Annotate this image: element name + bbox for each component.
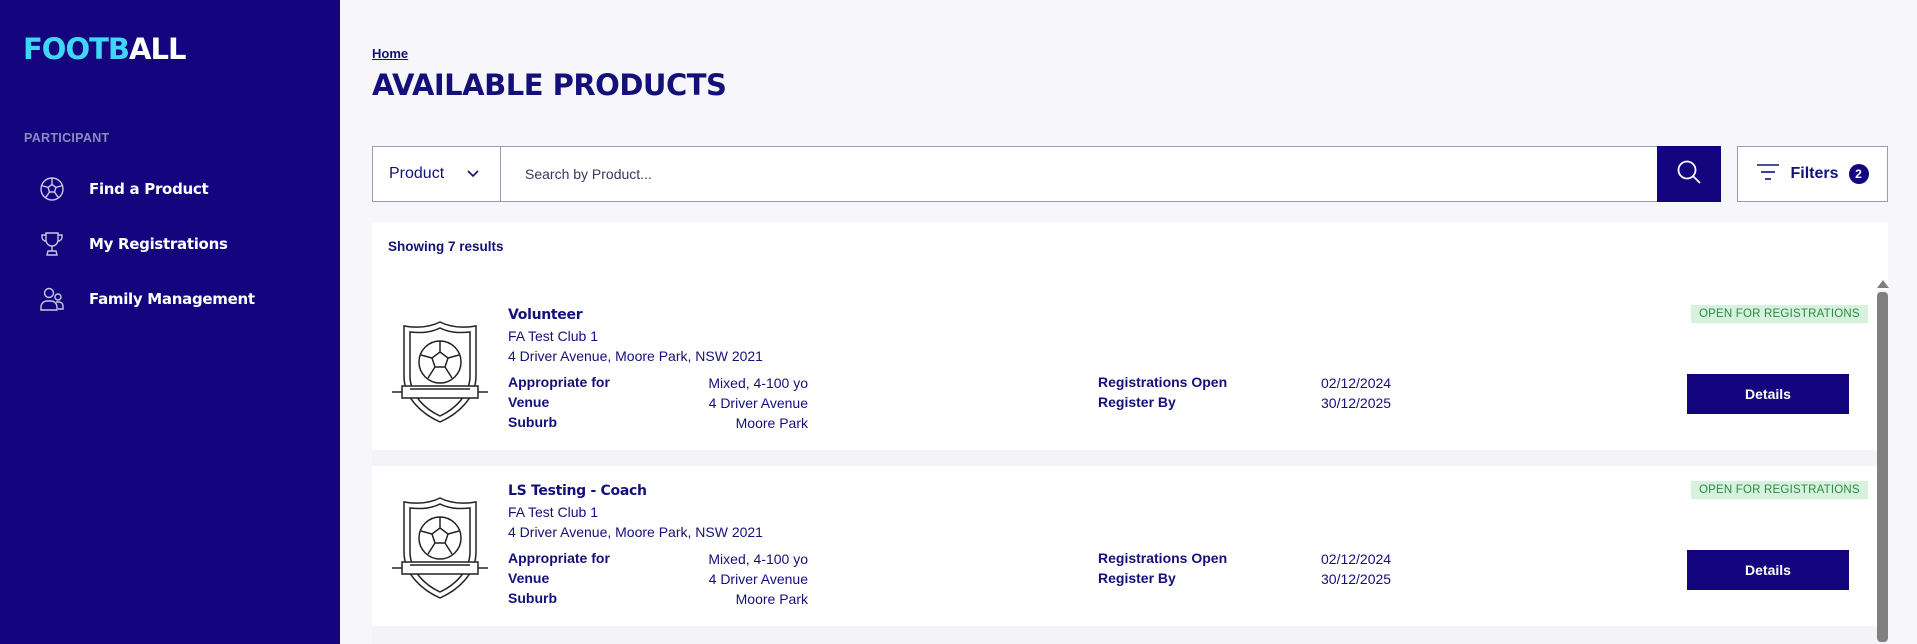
sidebar-item-my-registrations[interactable]: My Registrations [38,227,228,261]
scroll-thumb[interactable] [1877,292,1888,642]
sidebar-item-label: Family Management [89,290,255,308]
register-by-value: 30/12/2025 [1321,395,1392,411]
appropriate-value: Mixed, 4-100 yo [708,375,808,391]
product-club: FA Test Club 1 [508,504,599,520]
details-button[interactable]: Details [1687,550,1849,590]
product-address: 4 Driver Avenue, Moore Park, NSW 2021 [508,524,763,540]
search-button[interactable] [1657,146,1721,202]
sidebar-section-label: PARTICIPANT [24,131,110,145]
details-button[interactable]: Details [1687,374,1849,414]
register-by-value: 30/12/2025 [1321,571,1392,587]
venue-label: Venue [508,394,550,410]
search-icon [1676,159,1702,190]
sidebar: FOOTBALL PARTICIPANT Find a Product My R… [0,0,340,644]
filter-icon [1756,163,1780,186]
club-crest-icon [390,494,490,602]
logo-part-2: ALL [129,32,186,66]
register-by-label: Register By [1098,570,1176,586]
product-card: Volunteer FA Test Club 1 4 Driver Avenue… [372,290,1877,450]
appropriate-label: Appropriate for [508,550,610,566]
app-logo[interactable]: FOOTBALL [23,32,186,66]
suburb-label: Suburb [508,414,557,430]
search-input[interactable] [501,147,1657,201]
results-panel: Showing 7 results Volunteer FA Test Club… [372,222,1889,644]
status-badge: OPEN FOR REGISTRATIONS [1691,481,1868,499]
club-crest-icon [390,318,490,426]
scroll-up-arrow-icon[interactable] [1877,280,1889,288]
sidebar-item-label: My Registrations [89,235,228,253]
product-card: LS Testing - Coach FA Test Club 1 4 Driv… [372,466,1877,626]
product-name: LS Testing - Coach [508,483,647,499]
search-bar: Product [372,146,1721,202]
filters-label: Filters [1790,165,1839,182]
suburb-label: Suburb [508,590,557,606]
filters-button[interactable]: Filters 2 [1737,146,1888,202]
filters-count-badge: 2 [1848,164,1869,184]
registrations-open-label: Registrations Open [1098,374,1228,390]
register-by-label: Register By [1098,394,1176,410]
main-content: Home AVAILABLE PRODUCTS Product Filters … [340,0,1917,644]
venue-value: 4 Driver Avenue [708,395,808,411]
page-title: AVAILABLE PRODUCTS [372,68,727,102]
appropriate-value: Mixed, 4-100 yo [708,551,808,567]
sidebar-item-family-management[interactable]: Family Management [38,282,255,316]
results-count: Showing 7 results [388,239,504,254]
soccer-ball-icon [38,175,66,203]
trophy-icon [38,230,66,258]
registrations-open-value: 02/12/2024 [1321,375,1392,391]
results-scrollbar[interactable] [1877,280,1889,644]
appropriate-label: Appropriate for [508,374,610,390]
search-type-value: Product [389,165,445,182]
suburb-value: Moore Park [735,415,808,431]
results-list: Volunteer FA Test Club 1 4 Driver Avenue… [372,280,1889,644]
chevron-down-icon [466,165,480,183]
status-badge: OPEN FOR REGISTRATIONS [1691,305,1868,323]
registrations-open-label: Registrations Open [1098,550,1228,566]
registrations-open-value: 02/12/2024 [1321,551,1392,567]
breadcrumb-home[interactable]: Home [372,46,408,61]
sidebar-item-find-a-product[interactable]: Find a Product [38,172,209,206]
search-type-select[interactable]: Product [373,147,501,201]
product-address: 4 Driver Avenue, Moore Park, NSW 2021 [508,348,763,364]
venue-label: Venue [508,570,550,586]
product-name: Volunteer [508,307,583,323]
suburb-value: Moore Park [735,591,808,607]
product-club: FA Test Club 1 [508,328,599,344]
sidebar-item-label: Find a Product [89,180,209,198]
venue-value: 4 Driver Avenue [708,571,808,587]
family-icon [38,285,66,313]
logo-part-1: FOOTB [23,32,130,66]
